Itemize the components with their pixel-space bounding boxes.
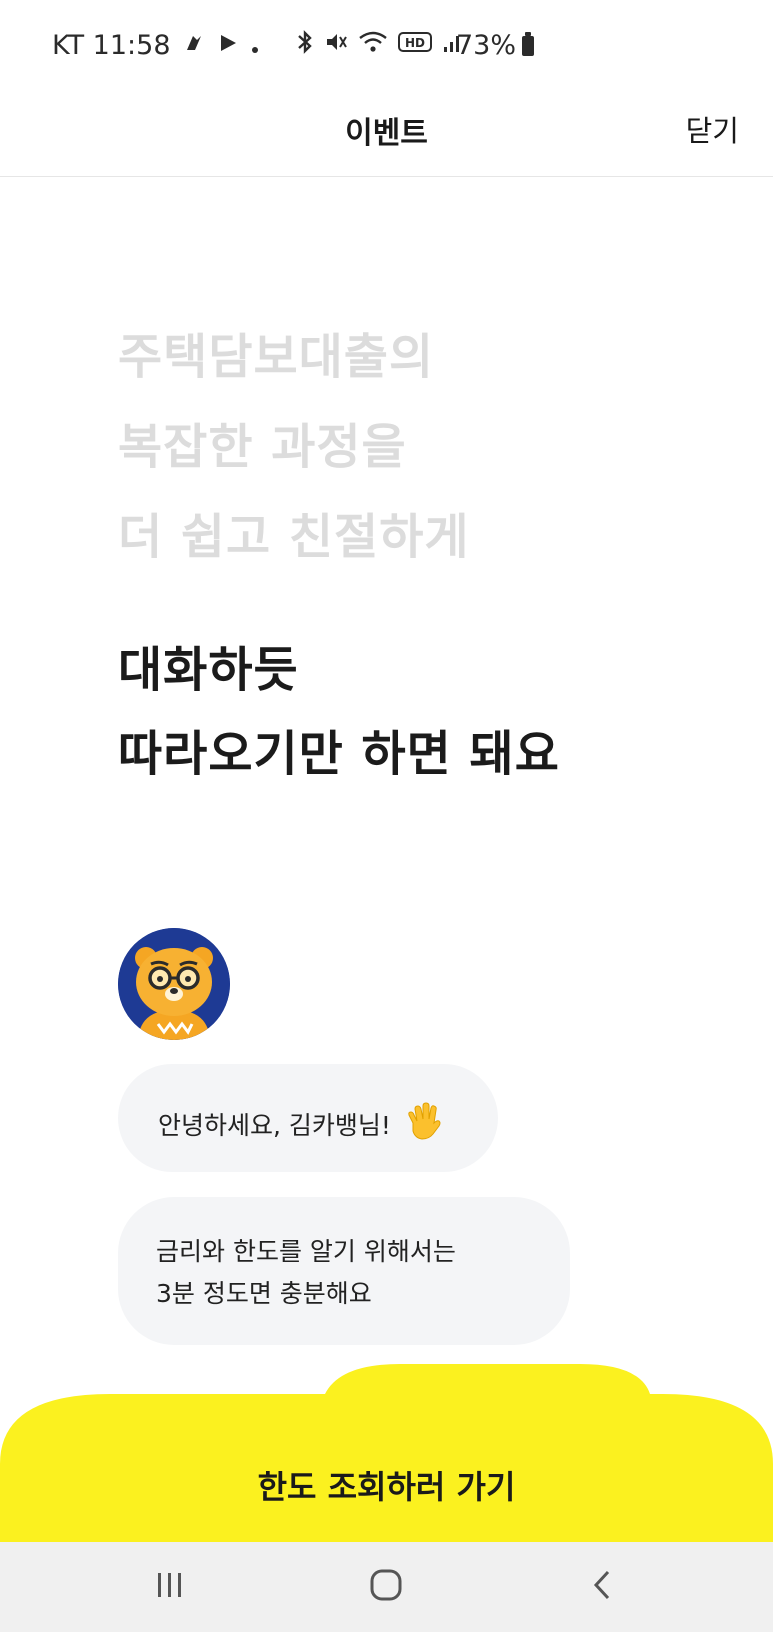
nav-bar [0, 1542, 773, 1632]
carrier-time: KT 11:58 [52, 30, 171, 61]
hero-dark-line: 따라오기만 하면 돼요 [118, 726, 560, 782]
status-left: KT 11:58 [52, 30, 259, 61]
hd-icon: HD [398, 31, 432, 59]
waving-hand-icon [403, 1101, 443, 1147]
chat-bubble-greeting-content: 안녕하세요, 김카뱅님! [158, 1101, 443, 1147]
recent-apps-icon [155, 1571, 185, 1603]
play-store-icon [217, 30, 239, 61]
home-icon [369, 1568, 403, 1606]
cta-area: 한도 조회하러 가기 [0, 1364, 773, 1542]
wifi-icon [358, 30, 388, 60]
limit-inquiry-button[interactable]: 한도 조회하러 가기 [0, 1364, 773, 1542]
home-button[interactable] [326, 1542, 446, 1632]
mute-icon [324, 30, 348, 60]
recent-apps-button[interactable] [110, 1542, 230, 1632]
avatar [118, 928, 230, 1040]
lion-character-icon [118, 928, 230, 1040]
hero-dark-line: 대화하듯 [118, 642, 299, 698]
app-header: 이벤트 닫기 [0, 90, 773, 177]
back-button[interactable] [542, 1542, 662, 1632]
status-bar: KT 11:58 HD 73% [0, 0, 773, 90]
battery-percent: 73% [456, 30, 517, 61]
message-line: 금리와 한도를 알기 위해서는 [156, 1237, 456, 1266]
status-icons: HD [296, 30, 464, 60]
svg-text:HD: HD [405, 36, 425, 50]
hero-dark-text: 대화하듯 따라오기만 하면 돼요 [118, 628, 560, 796]
cta-shape [0, 1364, 773, 1542]
chat-bubble-message: 금리와 한도를 알기 위해서는 3분 정도면 충분해요 [118, 1197, 570, 1345]
hero-gray-line: 복잡한 과정을 [118, 419, 407, 475]
greeting-text: 안녕하세요, 김카뱅님! [158, 1111, 391, 1140]
page-title: 이벤트 [345, 116, 428, 151]
hero-gray-line: 더 쉽고 친절하게 [118, 509, 470, 565]
close-button[interactable]: 닫기 [686, 108, 739, 150]
hero-gray-line: 주택담보대출의 [118, 329, 435, 385]
hero-gray-text: 주택담보대출의 복잡한 과정을 더 쉽고 친절하게 [118, 312, 470, 582]
battery-indicator: 73% [456, 30, 535, 61]
cta-label: 한도 조회하러 가기 [257, 1468, 516, 1506]
bluetooth-icon [296, 30, 314, 60]
back-icon [591, 1569, 613, 1605]
chat-bubble-greeting: 안녕하세요, 김카뱅님! [118, 1064, 498, 1172]
kakao-talk-icon [183, 30, 205, 61]
chat-bubble-message-content: 금리와 한도를 알기 위해서는 3분 정도면 충분해요 [156, 1231, 456, 1315]
message-line: 3분 정도면 충분해요 [156, 1279, 372, 1308]
dot-icon [251, 30, 259, 61]
battery-icon [522, 31, 535, 56]
